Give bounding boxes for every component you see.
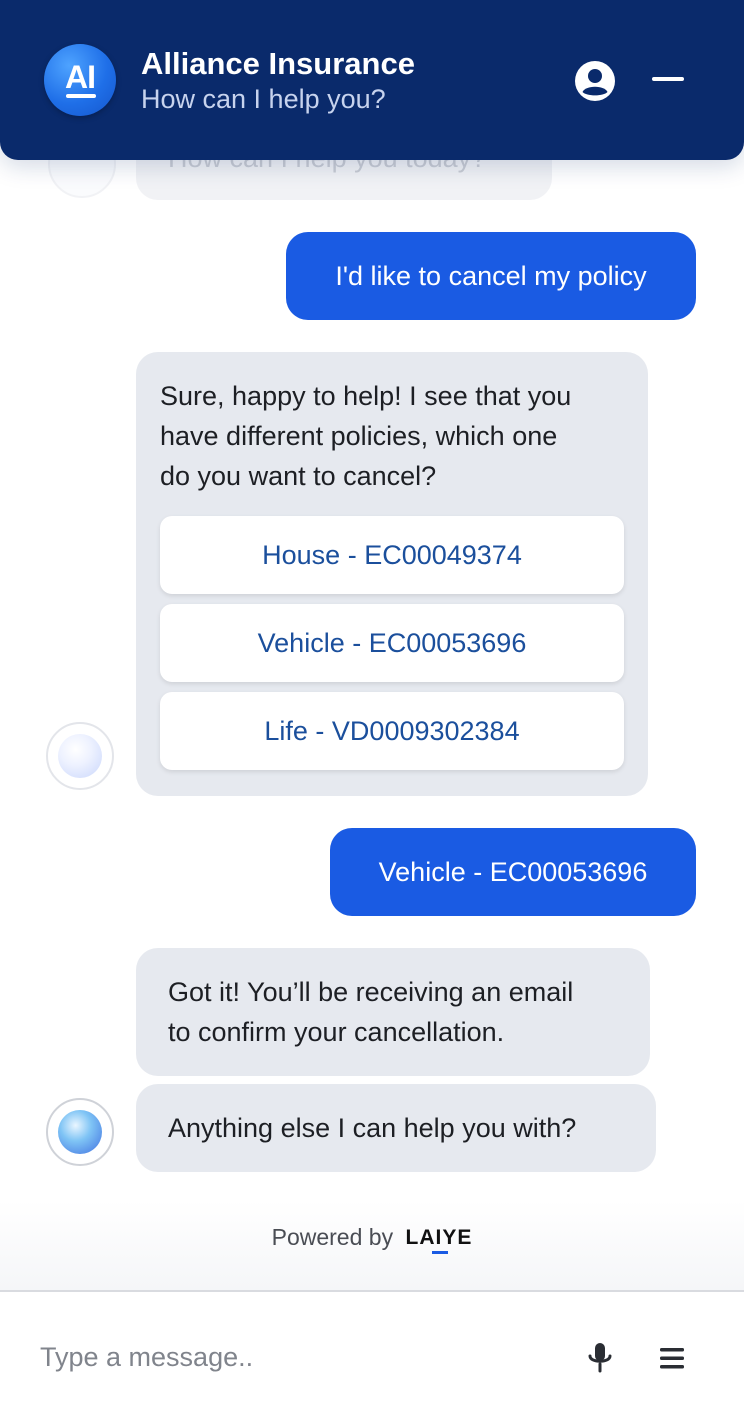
message-input[interactable] — [40, 1332, 540, 1382]
bot-message-text: Anything else I can help you with? — [168, 1113, 577, 1143]
bot-message-policy-choice: Sure, happy to help! I see that you have… — [136, 352, 648, 796]
bot-avatar — [46, 1098, 114, 1166]
powered-by-label: Powered by — [271, 1224, 394, 1250]
logo-text: AI — [65, 59, 96, 95]
bot-orb-icon — [58, 734, 102, 778]
message-composer — [0, 1290, 744, 1420]
menu-button[interactable] — [654, 1340, 690, 1376]
bot-message-line: Got it! You’ll be receiving an email — [168, 977, 574, 1007]
bot-message-line: have different policies, which one — [160, 421, 558, 451]
bot-message-text: Got it! You’ll be receiving an email to … — [168, 972, 573, 1052]
alliance-logo: AI — [44, 44, 116, 116]
bot-message-line: do you want to cancel? — [160, 461, 437, 491]
bot-message-text: Sure, happy to help! I see that you have… — [160, 376, 571, 496]
minimize-button[interactable] — [648, 60, 688, 100]
chat-transcript[interactable]: How can I help you today? I'd like to ca… — [0, 0, 744, 1290]
microphone-icon — [588, 1343, 612, 1373]
logo-underline — [66, 94, 96, 98]
option-button-house[interactable]: House - EC00049374 — [160, 516, 624, 594]
bot-orb-icon — [58, 1110, 102, 1154]
laiye-logo: LAIYE — [405, 1225, 473, 1254]
app-title: Alliance Insurance — [141, 46, 415, 81]
brand-name: LAIYE — [405, 1225, 473, 1249]
user-message: I'd like to cancel my policy — [286, 232, 696, 320]
powered-by-footer: Powered by LAIYE — [0, 1200, 744, 1290]
powered-by: Powered by LAIYE — [0, 1224, 744, 1254]
user-message: Vehicle - EC00053696 — [330, 828, 696, 916]
option-button-life[interactable]: Life - VD0009302384 — [160, 692, 624, 770]
chat-widget: How can I help you today? I'd like to ca… — [0, 0, 744, 1420]
microphone-button[interactable] — [582, 1340, 618, 1376]
app-subtitle: How can I help you? — [141, 84, 386, 114]
user-circle-icon — [575, 61, 615, 101]
bot-message-line: to confirm your cancellation. — [168, 1017, 505, 1047]
profile-button[interactable] — [572, 58, 618, 104]
bot-message-confirmation: Got it! You’ll be receiving an email to … — [136, 948, 650, 1076]
minimize-icon — [652, 77, 684, 81]
option-button-vehicle[interactable]: Vehicle - EC00053696 — [160, 604, 624, 682]
bot-avatar — [46, 722, 114, 790]
chat-header: AI Alliance Insurance How can I help you… — [0, 0, 744, 160]
brand-underline — [431, 1250, 448, 1254]
bot-message-line: Sure, happy to help! I see that you — [160, 381, 572, 411]
menu-icon — [660, 1348, 684, 1369]
bot-message-followup: Anything else I can help you with? — [136, 1084, 656, 1172]
